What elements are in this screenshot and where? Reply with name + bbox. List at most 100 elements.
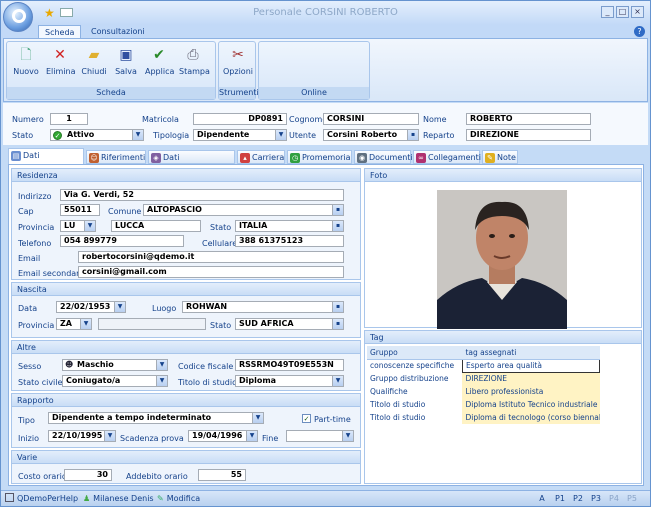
calendar-icon[interactable]: ▼	[342, 431, 353, 441]
lookup-icon[interactable]: ▪	[407, 130, 418, 140]
parttime-checkbox[interactable]: ✓	[302, 414, 311, 423]
tab-documenti[interactable]: ◉ Documenti	[354, 150, 413, 164]
nuovo-button[interactable]: 🗋 Nuovo	[12, 46, 40, 76]
lookup-icon[interactable]: ▪	[332, 221, 343, 231]
section-title: Nascita	[12, 283, 360, 296]
sesso-dropdown[interactable]: ☻ Maschio ▼	[62, 359, 168, 371]
email-field[interactable]: robertocorsini@qdemo.it	[78, 251, 344, 263]
utente-field[interactable]: Corsini Roberto ▪	[323, 129, 419, 141]
stato-dropdown[interactable]: ✓ Attivo ▼	[50, 129, 144, 141]
tab-riferimenti[interactable]: ☺ Riferimenti	[86, 150, 146, 164]
lookup-icon[interactable]: ▪	[332, 319, 343, 329]
parttime-label: Part-time	[314, 415, 351, 424]
tab-dati-anagrafici[interactable]: ▤Dati Anagrafici	[8, 148, 84, 174]
cognome-field[interactable]: CORSINI	[323, 113, 419, 125]
close-button[interactable]: ×	[631, 6, 644, 18]
telefono-label: Telefono	[18, 239, 52, 248]
calendar-icon[interactable]: ▼	[104, 431, 115, 441]
nome-field[interactable]: ROBERTO	[466, 113, 591, 125]
comune-field[interactable]: ALTOPASCIO ▪	[143, 204, 344, 216]
chevron-down-icon[interactable]: ▼	[156, 376, 167, 386]
status-ok-icon: ✓	[53, 131, 62, 140]
apply-icon: ✔	[153, 47, 165, 63]
telefono-field[interactable]: 054 899779	[60, 235, 184, 247]
table-row[interactable]: Titolo di studio Diploma di tecnologo (co…	[367, 411, 600, 424]
tab-dati-personalizzati[interactable]: ◈Dati Personalizzati	[148, 150, 235, 176]
ribbon-tab-consultazioni[interactable]: Consultazioni	[85, 25, 151, 39]
scadenza-prova-field[interactable]: 19/04/1996 ▼	[188, 430, 258, 442]
addebito-orario-field[interactable]: 55	[198, 469, 246, 481]
tipo-dropdown[interactable]: Dipendente a tempo indeterminato ▼	[48, 412, 264, 424]
chevron-down-icon[interactable]: ▼	[80, 319, 91, 329]
table-row[interactable]: Qualifiche Libero professionista	[367, 385, 600, 398]
chevron-down-icon[interactable]: ▼	[332, 376, 343, 386]
tab-collegamenti[interactable]: ∞ Collegamenti	[413, 150, 481, 164]
stato-field[interactable]: ITALIA ▪	[235, 220, 344, 232]
employee-photo[interactable]	[437, 190, 567, 329]
chevron-down-icon[interactable]: ▼	[252, 413, 263, 423]
page-p1-button[interactable]: P1	[551, 493, 569, 505]
salva-button[interactable]: ▣ Salva	[112, 46, 140, 76]
tag-col-gruppo[interactable]: Gruppo	[367, 346, 463, 360]
page-p5-button[interactable]: P5	[623, 493, 641, 505]
costo-orario-label: Costo orario	[18, 472, 67, 481]
rapporto-section: Rapporto Tipo Dipendente a tempo indeter…	[11, 393, 361, 448]
lookup-icon[interactable]: ▪	[332, 205, 343, 215]
opzioni-button[interactable]: ✂ Opzioni	[222, 46, 254, 76]
cap-field[interactable]: 55011	[60, 204, 100, 216]
stato-civile-dropdown[interactable]: Coniugato/a ▼	[62, 375, 168, 387]
numero-label: Numero	[12, 115, 44, 124]
table-row[interactable]: conoscenze specifiche Esperto area qualit…	[367, 358, 601, 373]
app-menu-button[interactable]	[3, 2, 33, 32]
cf-field[interactable]: RSSRMO49T09E553N	[235, 359, 344, 371]
data-nascita-field[interactable]: 22/02/1953 ▼	[56, 301, 126, 313]
tag-col-tag[interactable]: tag assegnati	[462, 346, 600, 360]
email2-field[interactable]: corsini@gmail.com	[78, 266, 344, 278]
table-row[interactable]: Gruppo distribuzione DIREZIONE	[367, 372, 600, 385]
minimize-button[interactable]: _	[601, 6, 614, 18]
chevron-down-icon[interactable]: ▼	[132, 130, 143, 140]
maximize-button[interactable]: □	[616, 6, 629, 18]
section-title: Residenza	[12, 169, 360, 182]
lookup-icon[interactable]: ▪	[332, 302, 343, 312]
inizio-field[interactable]: 22/10/1995 ▼	[48, 430, 116, 442]
provincia-nascita-dropdown[interactable]: ZA ▼	[56, 318, 92, 330]
page-p4-button[interactable]: P4	[605, 493, 623, 505]
page-p3-button[interactable]: P3	[587, 493, 605, 505]
table-row[interactable]: Titolo di studio Diploma Istituto Tecnico…	[367, 398, 600, 411]
calendar-icon[interactable]: ▼	[114, 302, 125, 312]
calendar-icon[interactable]: ▼	[246, 431, 257, 441]
page-a-button[interactable]: A	[533, 493, 551, 505]
luogo-field[interactable]: ROHWAN ▪	[182, 301, 344, 313]
ribbon-tab-scheda[interactable]: Scheda	[38, 25, 82, 39]
page-p2-button[interactable]: P2	[569, 493, 587, 505]
cellulare-field[interactable]: 388 61375123	[235, 235, 344, 247]
stampa-button[interactable]: ⎙ Stampa	[179, 46, 210, 76]
chiudi-button[interactable]: ▰ Chiudi	[80, 46, 108, 76]
chevron-down-icon[interactable]: ▼	[275, 130, 286, 140]
costo-orario-field[interactable]: 30	[64, 469, 112, 481]
status-bar: QDemoPerHelp ♟ Milanese Denis ✎ Modifica A…	[1, 490, 650, 506]
matricola-field[interactable]: DP0891	[193, 113, 287, 125]
stato-nascita-field[interactable]: SUD AFRICA ▪	[235, 318, 344, 330]
numero-field[interactable]: 1	[50, 113, 88, 125]
tab-carriera[interactable]: ▴ Carriera	[237, 150, 285, 164]
residenza-section: Residenza Indirizzo Via G. Verdi, 52 Cap…	[11, 168, 361, 280]
chevron-down-icon[interactable]: ▼	[84, 221, 95, 231]
elimina-button[interactable]: ✕ Elimina	[46, 46, 76, 76]
tipologia-dropdown[interactable]: Dipendente ▼	[193, 129, 287, 141]
indirizzo-field[interactable]: Via G. Verdi, 52	[60, 189, 344, 201]
section-title: Altre	[12, 341, 360, 354]
help-icon[interactable]: ?	[634, 26, 645, 37]
fine-field[interactable]: ▼	[286, 430, 354, 442]
reparto-field[interactable]: DIREZIONE	[466, 129, 591, 141]
provincia-nome-field[interactable]: LUCCA	[111, 220, 201, 232]
applica-button[interactable]: ✔ Applica	[145, 46, 174, 76]
status-app[interactable]: QDemoPerHelp	[5, 493, 78, 505]
titolo-studio-dropdown[interactable]: Diploma ▼	[235, 375, 344, 387]
chevron-down-icon[interactable]: ▼	[156, 360, 167, 370]
provincia-dropdown[interactable]: LU ▼	[60, 220, 96, 232]
tab-promemoria[interactable]: ◷ Promemoria	[287, 150, 352, 164]
tab-note[interactable]: ✎ Note	[482, 150, 518, 164]
status-user[interactable]: ♟ Milanese Denis	[83, 493, 154, 505]
